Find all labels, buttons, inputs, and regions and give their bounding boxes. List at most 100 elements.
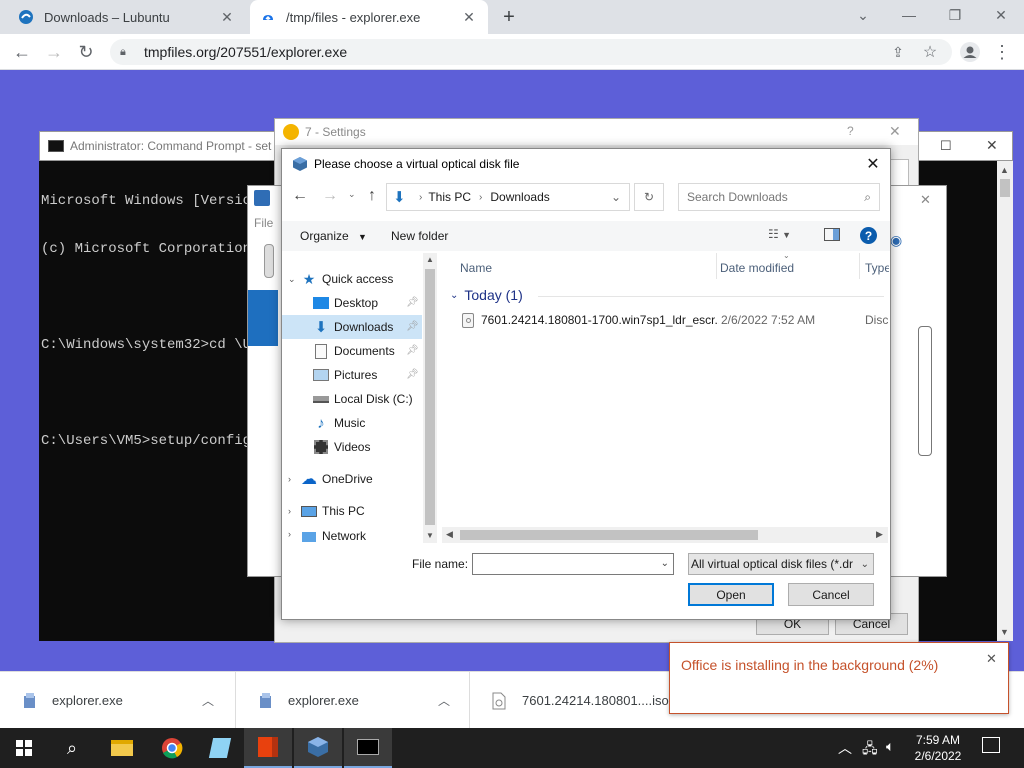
nav-local-disk[interactable]: Local Disk (C:): [312, 387, 413, 411]
nav-documents[interactable]: Documents: [312, 339, 395, 363]
nav-videos[interactable]: Videos: [312, 435, 370, 459]
tab-search-chevron-icon[interactable]: ⌄: [840, 0, 886, 30]
nav-onedrive[interactable]: › ☁ OneDrive: [288, 467, 373, 491]
cmd-restore-icon[interactable]: ☐: [940, 138, 952, 154]
search-downloads-input[interactable]: Search Downloads ⌕: [678, 183, 880, 211]
settings-title-bar[interactable]: 7 - Settings ? ✕: [275, 119, 918, 145]
nav-music[interactable]: ♪ Music: [312, 411, 365, 435]
close-window-icon[interactable]: ✕: [978, 0, 1024, 30]
download-menu-chevron-icon[interactable]: ︿: [202, 692, 214, 709]
column-header-date[interactable]: Date modified: [720, 261, 794, 275]
nav-label: Downloads: [334, 320, 394, 334]
file-type-filter-select[interactable]: All virtual optical disk files (*.dr ⌄: [688, 553, 874, 575]
command-prompt-taskbar-icon[interactable]: [344, 728, 392, 768]
file-row[interactable]: 7601.24214.180801-1700.win7sp1_ldr_escr.…: [462, 309, 891, 331]
cmd-close-icon[interactable]: ✕: [986, 137, 998, 154]
column-header-type[interactable]: Type: [865, 261, 889, 275]
file-name-input[interactable]: ⌄: [472, 553, 674, 575]
cancel-button[interactable]: Cancel: [788, 583, 874, 606]
action-center-icon[interactable]: [982, 737, 1000, 753]
file-date: 2/6/2022 7:52 AM: [721, 313, 816, 327]
download-item[interactable]: explorer.exe ︿: [0, 672, 236, 729]
new-folder-button[interactable]: New folder: [391, 229, 448, 243]
group-divider: [538, 296, 884, 297]
menu-kebab-icon[interactable]: ⋮: [988, 38, 1016, 66]
help-icon[interactable]: ?: [860, 227, 877, 244]
download-item[interactable]: 7601.24214.180801....iso: [470, 672, 670, 729]
minimize-icon[interactable]: —: [886, 0, 932, 30]
notification-close-icon[interactable]: ✕: [986, 651, 997, 667]
office-install-notification[interactable]: Office is installing in the background (…: [669, 642, 1009, 714]
start-windows-icon[interactable]: [0, 728, 48, 768]
dialog-title-bar[interactable]: Please choose a virtual optical disk fil…: [282, 149, 890, 179]
nav-label: Desktop: [334, 296, 379, 310]
forward-arrow-icon[interactable]: →: [322, 187, 338, 205]
chrome-icon[interactable]: [148, 728, 196, 768]
network-status-icon[interactable]: 🖧︎: [862, 738, 878, 762]
settings-close-icon[interactable]: ✕: [889, 123, 901, 140]
volume-muted-icon[interactable]: 🔈︎: [886, 738, 894, 755]
up-arrow-icon[interactable]: ↑: [368, 187, 376, 205]
group-header-today[interactable]: ⌄ Today (1): [450, 287, 523, 303]
address-breadcrumb[interactable]: ⬇ › This PC › Downloads ⌄: [386, 183, 630, 211]
nav-quick-access[interactable]: ⌄ ★ Quick access: [288, 267, 393, 291]
organize-button[interactable]: Organize ▼: [300, 229, 367, 243]
nav-pane-scrollbar[interactable]: ▲ ▼: [423, 253, 437, 543]
inner-help-icon[interactable]: ◉: [890, 232, 902, 249]
breadcrumb-downloads[interactable]: Downloads: [490, 190, 549, 204]
reload-icon[interactable]: ↻: [72, 38, 100, 66]
share-icon[interactable]: ⇪: [884, 38, 912, 66]
collapse-chevron-icon: ⌄: [450, 289, 459, 301]
office-icon[interactable]: [244, 728, 292, 768]
nav-label: Local Disk (C:): [334, 392, 413, 406]
file-explorer-folder-icon[interactable]: [98, 728, 146, 768]
tab-close-icon[interactable]: ✕: [218, 8, 236, 26]
cmd-scrollbar[interactable]: ▲ ▼: [997, 161, 1013, 641]
view-options-icon[interactable]: ☷ ▼: [768, 227, 791, 241]
virtualbox-taskbar-icon[interactable]: [294, 728, 342, 768]
choose-disk-file-dialog[interactable]: Please choose a virtual optical disk fil…: [281, 148, 891, 620]
tab-close-icon[interactable]: ✕: [460, 8, 478, 26]
back-arrow-icon[interactable]: ←: [292, 187, 308, 205]
bookmark-star-icon[interactable]: ☆: [916, 38, 944, 66]
computer-icon: [300, 503, 318, 519]
preview-pane-icon[interactable]: [824, 228, 840, 241]
forward-arrow-icon[interactable]: →: [40, 38, 68, 66]
recent-locations-chevron-icon[interactable]: ⌄: [348, 189, 356, 200]
nav-network[interactable]: › Network: [288, 529, 366, 543]
address-bar[interactable]: 🔒︎ tmpfiles.org/207551/explorer.exe: [110, 39, 952, 65]
breadcrumb-separator-icon: ›: [419, 191, 423, 203]
tab-downloads-lubuntu[interactable]: Downloads – Lubuntu ✕: [8, 0, 246, 34]
inner-close-icon[interactable]: ✕: [920, 192, 931, 208]
column-header-name[interactable]: Name: [460, 261, 492, 275]
profile-avatar-icon[interactable]: [956, 38, 984, 66]
address-dropdown-icon[interactable]: ⌄: [611, 190, 621, 204]
column-divider: [716, 253, 717, 279]
open-button[interactable]: Open: [688, 583, 774, 606]
back-arrow-icon[interactable]: ←: [8, 38, 36, 66]
tab-tmpfiles-explorer[interactable]: /tmp/files - explorer.exe ✕: [250, 0, 488, 34]
download-menu-chevron-icon[interactable]: ︿: [438, 692, 450, 709]
search-icon[interactable]: ⌕: [48, 728, 96, 768]
clock[interactable]: 7:59 AM 2/6/2022: [910, 732, 966, 764]
new-tab-button[interactable]: +: [496, 4, 522, 30]
nav-downloads[interactable]: ⬇ Downloads: [282, 315, 422, 339]
selected-vm-tile[interactable]: [248, 290, 278, 346]
file-list-horizontal-scrollbar[interactable]: ◀ ▶: [442, 527, 888, 543]
show-hidden-icons-chevron-icon[interactable]: ︿: [838, 738, 852, 758]
download-item[interactable]: explorer.exe ︿: [236, 672, 470, 729]
settings-help-icon[interactable]: ?: [847, 124, 854, 138]
nav-desktop[interactable]: Desktop: [312, 291, 378, 315]
nav-pictures[interactable]: Pictures: [312, 363, 377, 387]
settings-slider-icon[interactable]: [264, 244, 274, 278]
breadcrumb-this-pc[interactable]: This PC: [428, 190, 471, 204]
restore-icon[interactable]: ❐: [932, 0, 978, 30]
nav-this-pc[interactable]: › This PC: [288, 499, 365, 523]
virtualbox-cube-icon: [292, 156, 308, 172]
file-menu-label[interactable]: File: [254, 216, 273, 230]
file-name-dropdown-icon[interactable]: ⌄: [661, 558, 669, 569]
dialog-close-icon[interactable]: ✕: [862, 153, 884, 175]
pin-icon: 📌︎: [406, 321, 419, 332]
notepad-icon[interactable]: [196, 728, 244, 768]
refresh-icon[interactable]: ↻: [634, 183, 664, 211]
